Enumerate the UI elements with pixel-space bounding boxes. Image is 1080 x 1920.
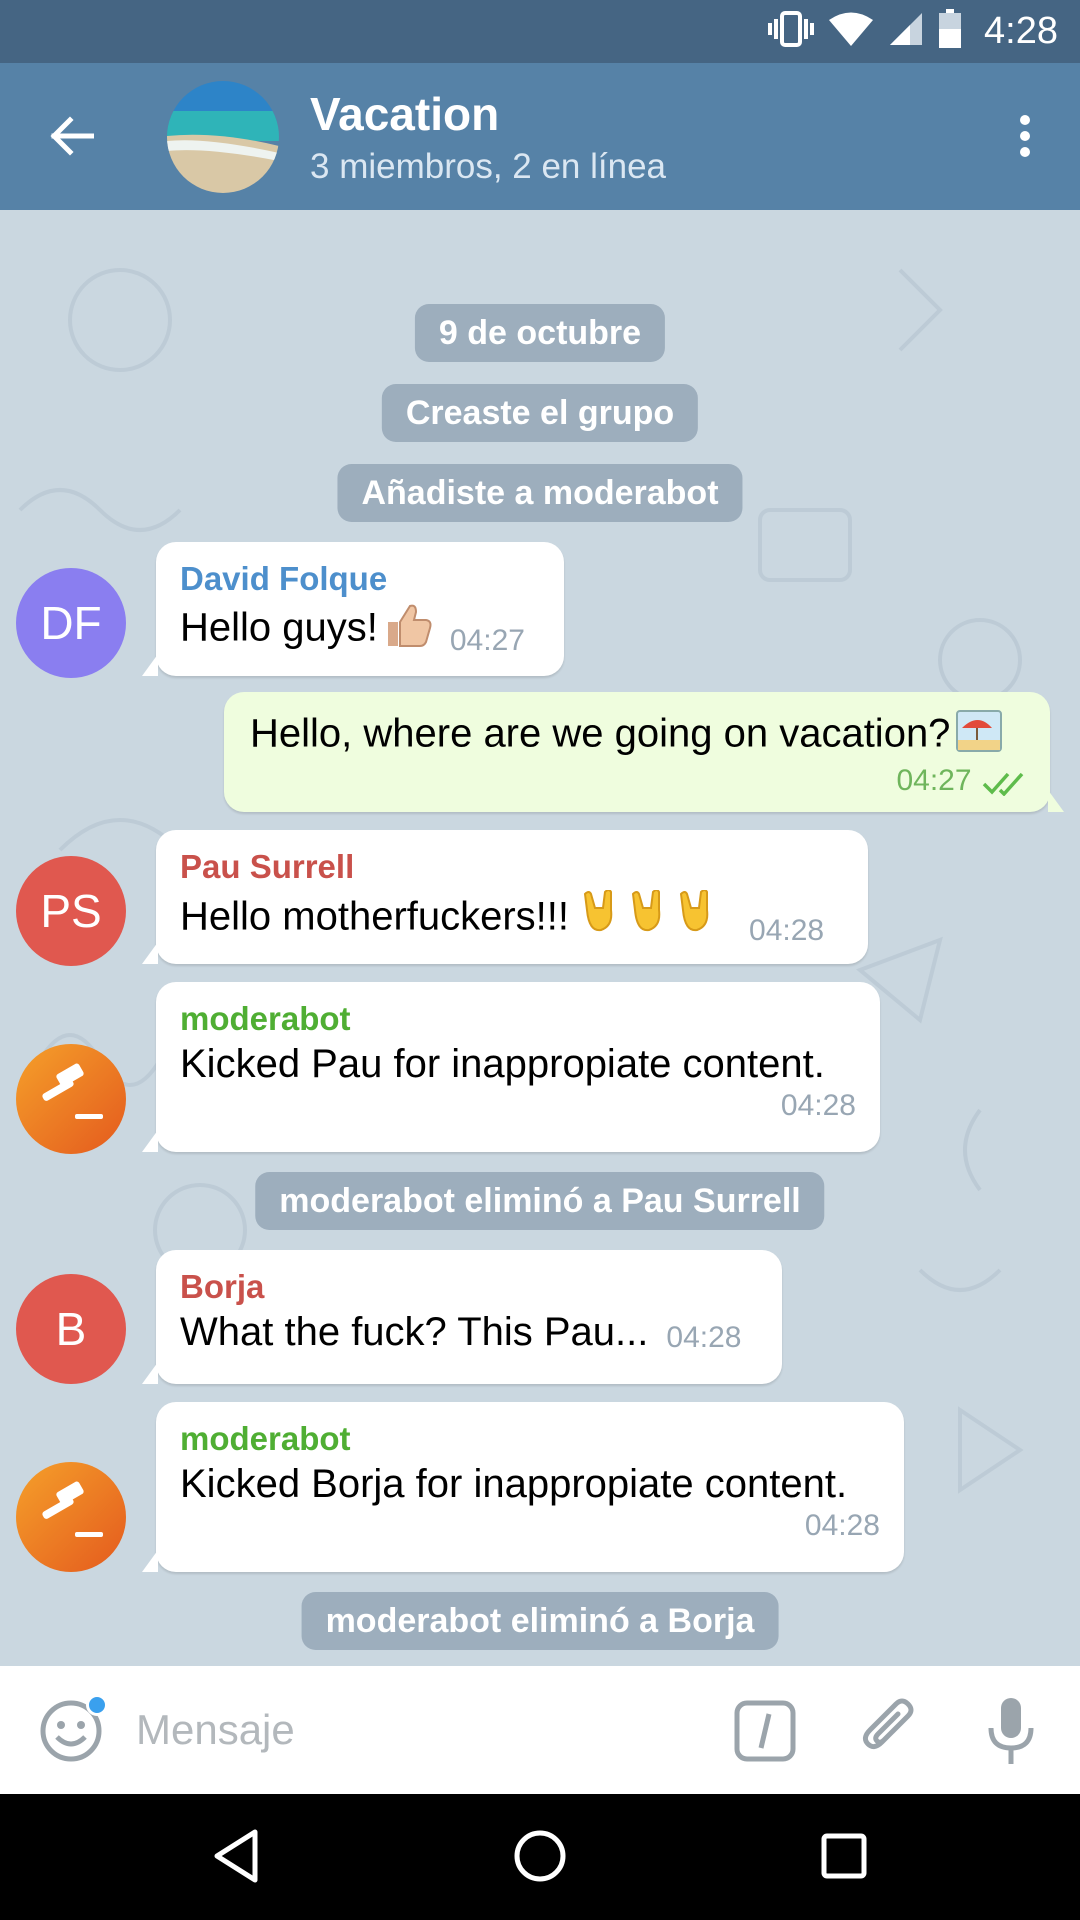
more-vert-icon <box>1019 114 1031 163</box>
signal-icon <box>888 11 924 52</box>
avatar-borja[interactable]: B <box>16 1274 126 1384</box>
message-sender[interactable]: Borja <box>180 1268 758 1306</box>
attach-button[interactable] <box>858 1696 924 1762</box>
message-sender[interactable]: David Folque <box>180 560 540 598</box>
message-text: Hello motherfuckers!!! <box>180 889 731 948</box>
message-text: Hello, where are we going on vacation? <box>248 710 1026 762</box>
voice-message-button[interactable] <box>986 1696 1036 1768</box>
message-time: 04:28 <box>804 1509 880 1542</box>
beach-emoji-icon <box>956 710 1003 762</box>
service-message-removed-borja: moderabot eliminó a Borja <box>301 1592 779 1650</box>
microphone-icon <box>986 1698 1036 1772</box>
date-separator: 9 de octubre <box>414 304 666 362</box>
chat-header: Vacation 3 miembros, 2 en línea <box>0 63 1080 210</box>
group-subtitle: 3 miembros, 2 en línea <box>310 147 667 186</box>
service-message-removed-pau: moderabot eliminó a Pau Surrell <box>255 1172 825 1230</box>
message-text: Hello guys! <box>180 602 432 658</box>
home-circle-icon <box>512 1828 568 1889</box>
avatar-moderabot[interactable] <box>16 1044 126 1154</box>
back-arrow-icon <box>48 115 95 161</box>
message-text: What the fuck? This Pau... <box>180 1310 649 1354</box>
status-icons: 4:28 <box>768 0 1058 63</box>
message-text: Kicked Pau for inappropiate content. <box>180 1042 825 1086</box>
message-time: 04:28 <box>780 1089 856 1122</box>
emoji-button[interactable] <box>38 1694 108 1764</box>
message-input[interactable] <box>136 1700 696 1760</box>
horns-emoji-icon <box>581 889 731 948</box>
message-bubble[interactable]: David Folque Hello guys! 04:27 <box>142 542 564 676</box>
avatar-david-folque[interactable]: DF <box>16 568 126 678</box>
back-triangle-icon <box>211 1828 261 1889</box>
wifi-icon <box>828 11 874 52</box>
message-input-bar <box>0 1666 1080 1794</box>
service-message-created: Creaste el grupo <box>381 384 699 442</box>
message-bubble[interactable]: moderabot Kicked Pau for inappropiate co… <box>142 982 880 1152</box>
paperclip-icon <box>858 1698 924 1766</box>
slash-command-icon <box>734 1700 796 1766</box>
status-time: 4:28 <box>984 10 1058 52</box>
thumbs-up-emoji-icon <box>384 602 432 658</box>
nav-recents-button[interactable] <box>814 1828 874 1888</box>
more-options-button[interactable] <box>1000 107 1050 169</box>
nav-back-button[interactable] <box>206 1828 266 1888</box>
double-check-icon <box>982 770 1026 801</box>
message-text: Kicked Borja for inappropiate content. <box>180 1462 848 1506</box>
back-button[interactable] <box>40 107 102 169</box>
group-avatar[interactable] <box>167 81 279 193</box>
avatar-pau-surrell[interactable]: PS <box>16 856 126 966</box>
status-bar: 4:28 <box>0 0 1080 63</box>
message-bubble[interactable]: Pau Surrell Hello motherfuckers!!! 04:28 <box>142 830 868 964</box>
chat-area[interactable]: 9 de octubre Creaste el grupo Añadiste a… <box>0 210 1080 1666</box>
message-time: 04:28 <box>666 1321 742 1354</box>
bot-command-button[interactable] <box>734 1700 796 1762</box>
gavel-icon <box>35 1062 107 1137</box>
message-sender[interactable]: moderabot <box>180 1000 856 1038</box>
message-bubble[interactable]: Borja What the fuck? This Pau... 04:28 <box>142 1250 782 1384</box>
battery-icon <box>938 9 962 54</box>
message-time: 04:27 <box>896 764 972 797</box>
notification-dot <box>86 1694 108 1716</box>
message-sender[interactable]: moderabot <box>180 1420 880 1458</box>
service-message-added: Añadiste a moderabot <box>337 464 743 522</box>
group-title[interactable]: Vacation <box>310 87 499 141</box>
avatar-moderabot[interactable] <box>16 1462 126 1572</box>
message-time: 04:28 <box>749 914 825 947</box>
vibrate-icon <box>768 9 815 54</box>
system-navigation-bar <box>0 1794 1080 1920</box>
nav-home-button[interactable] <box>510 1828 570 1888</box>
gavel-icon <box>35 1480 107 1555</box>
message-time: 04:27 <box>449 624 525 657</box>
message-bubble[interactable]: moderabot Kicked Borja for inappropiate … <box>142 1402 904 1572</box>
emoji-icon <box>38 1700 104 1768</box>
recents-square-icon <box>819 1831 869 1886</box>
message-bubble-outgoing[interactable]: Hello, where are we going on vacation? 0… <box>224 692 1064 812</box>
message-sender[interactable]: Pau Surrell <box>180 848 844 886</box>
